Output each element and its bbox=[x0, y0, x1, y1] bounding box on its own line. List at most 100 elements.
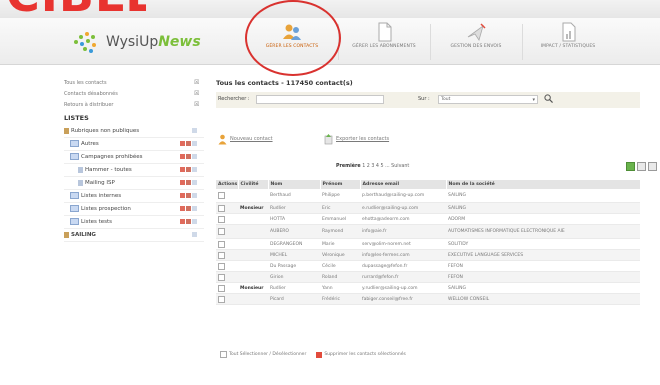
sidebar-item-internes[interactable]: Listes internes bbox=[64, 190, 204, 203]
edit-icon[interactable] bbox=[186, 141, 191, 146]
column-header[interactable]: Prénom bbox=[320, 180, 361, 189]
select-all-checkbox[interactable] bbox=[220, 351, 227, 358]
add-icon[interactable] bbox=[192, 180, 197, 185]
add-icon[interactable] bbox=[192, 167, 197, 172]
row-action-cell[interactable] bbox=[216, 224, 238, 239]
row-checkbox[interactable] bbox=[218, 295, 225, 303]
row-action-cell[interactable] bbox=[216, 202, 238, 214]
grid-view-button[interactable] bbox=[626, 162, 635, 171]
sidebar-link-returns[interactable]: Retours à distribuer ☒ bbox=[64, 100, 204, 111]
table-row[interactable]: Monsieur Rudlier Yann y.rudlier@sailing-up.… bbox=[216, 282, 640, 294]
table-row[interactable]: Monsieur Rudlier Eric e.rudlier@sailing-up.… bbox=[216, 202, 640, 214]
search-input[interactable] bbox=[256, 95, 384, 104]
table-row[interactable]: Picard Frédéric fabiger.conseil@free.fr WEL… bbox=[216, 293, 640, 305]
close-icon[interactable]: ☒ bbox=[194, 102, 199, 108]
tab-subscriptions[interactable]: GÉRER LES ABONNEMENTS bbox=[340, 20, 428, 64]
row-checkbox[interactable] bbox=[218, 240, 225, 248]
delete-icon[interactable] bbox=[180, 206, 185, 211]
row-checkbox[interactable] bbox=[218, 215, 225, 223]
delete-icon[interactable] bbox=[180, 219, 185, 224]
table-row[interactable]: Berthaud Philippe p.berthaud@sailing-up.co… bbox=[216, 189, 640, 203]
column-header[interactable]: Adresse email bbox=[360, 180, 447, 189]
export-contacts-link[interactable]: Exporter les contacts bbox=[336, 136, 389, 142]
pagination-first[interactable]: Première bbox=[336, 164, 361, 169]
delete-icon[interactable] bbox=[180, 180, 185, 185]
row-action-cell[interactable] bbox=[216, 213, 238, 225]
cell-nom: HOTTA bbox=[268, 213, 320, 225]
delete-selected-link[interactable]: Supprimer les contacts sélectionnés bbox=[324, 352, 406, 357]
new-contact-link[interactable]: Nouveau contact bbox=[230, 136, 273, 142]
detail-view-button[interactable] bbox=[648, 162, 657, 171]
app-logo[interactable]: WysiUpNews bbox=[72, 27, 201, 57]
highlight-circle bbox=[245, 0, 341, 76]
sidebar-link-all-contacts[interactable]: Tous les contacts ☒ bbox=[64, 78, 204, 89]
sidebar-item-mailing-isp[interactable]: Mailing ISP bbox=[64, 177, 204, 190]
add-icon[interactable] bbox=[192, 206, 197, 211]
edit-icon[interactable] bbox=[186, 180, 191, 185]
table-row[interactable]: Girion Roland rurrard@fefon.fr FEFON bbox=[216, 271, 640, 283]
row-action-cell[interactable] bbox=[216, 271, 238, 283]
close-icon[interactable]: ☒ bbox=[194, 91, 199, 97]
edit-icon[interactable] bbox=[186, 154, 191, 159]
table-footer: Tout Sélectionner / Désélectionner Suppr… bbox=[220, 351, 406, 358]
delete-icon[interactable] bbox=[180, 154, 185, 159]
close-icon[interactable]: ☒ bbox=[194, 80, 199, 86]
add-icon[interactable] bbox=[192, 219, 197, 224]
tab-label: GÉRER LES ABONNEMENTS bbox=[352, 44, 416, 49]
folder-action-icon[interactable] bbox=[192, 232, 197, 237]
add-icon[interactable] bbox=[192, 154, 197, 159]
cell-nom: AUBERO bbox=[268, 224, 320, 239]
cell-prenom: Philippe bbox=[320, 189, 360, 203]
row-action-cell[interactable] bbox=[216, 293, 238, 305]
column-header[interactable]: Nom de la société bbox=[446, 180, 641, 189]
delete-icon[interactable] bbox=[180, 141, 185, 146]
select-all-label[interactable]: Tout Sélectionner / Désélectionner bbox=[229, 352, 306, 357]
table-row[interactable]: MICHEL Véronique info@les-fermes.com EXECUT… bbox=[216, 249, 640, 261]
edit-icon[interactable] bbox=[186, 193, 191, 198]
row-checkbox[interactable] bbox=[218, 228, 225, 235]
edit-icon[interactable] bbox=[186, 219, 191, 224]
table-row[interactable]: DEGRANGEON Marie serv@olim-norem.net SOLITI… bbox=[216, 238, 640, 250]
column-header[interactable]: Nom bbox=[268, 180, 321, 189]
cell-societe: FEFON bbox=[446, 271, 640, 283]
delete-icon[interactable] bbox=[180, 167, 185, 172]
tab-stats[interactable]: IMPACT / STATISTIQUES bbox=[524, 20, 612, 64]
row-action-cell[interactable] bbox=[216, 238, 238, 250]
sidebar-link-unsubscribed[interactable]: Contacts désabonnés ☒ bbox=[64, 89, 204, 100]
folder-action-icon[interactable] bbox=[192, 128, 197, 133]
row-action-cell[interactable] bbox=[216, 282, 238, 294]
search-scope-select[interactable]: Tout ▾ bbox=[438, 95, 538, 104]
page-title: Tous les contacts - 117450 contact(s) bbox=[216, 79, 353, 87]
row-action-cell[interactable] bbox=[216, 189, 238, 203]
row-checkbox[interactable] bbox=[218, 192, 225, 199]
row-checkbox[interactable] bbox=[218, 251, 225, 259]
add-icon[interactable] bbox=[192, 193, 197, 198]
tab-sending[interactable]: GESTION DES ENVOIS bbox=[432, 20, 520, 64]
sidebar-item-sailing[interactable]: SAILING bbox=[64, 229, 204, 242]
sidebar-item-campagnes[interactable]: Campagnes prohibées bbox=[64, 151, 204, 164]
add-icon[interactable] bbox=[192, 141, 197, 146]
sidebar-item-prospection[interactable]: Listes prospection bbox=[64, 203, 204, 216]
sidebar-item-hammer[interactable]: Hammer - toutes bbox=[64, 164, 204, 177]
column-header[interactable]: Civilité bbox=[238, 180, 269, 189]
edit-icon[interactable] bbox=[186, 206, 191, 211]
row-checkbox[interactable] bbox=[218, 273, 225, 281]
table-row[interactable]: AUBERO Raymond info@aie.fr AUTOMATISMES INF… bbox=[216, 224, 640, 239]
row-checkbox[interactable] bbox=[218, 284, 225, 292]
list-view-button[interactable] bbox=[637, 162, 646, 171]
row-checkbox[interactable] bbox=[218, 262, 225, 270]
sidebar-item-tests[interactable]: Listes tests bbox=[64, 216, 204, 229]
row-action-cell[interactable] bbox=[216, 249, 238, 261]
sidebar-item-private[interactable]: Rubriques non publiques bbox=[64, 125, 204, 138]
delete-icon[interactable] bbox=[180, 193, 185, 198]
table-row[interactable]: HOTTA Emmanuel ehotta@adeorm.com ADORM bbox=[216, 213, 640, 225]
sidebar-item-autres[interactable]: Autres bbox=[64, 138, 204, 151]
search-icon[interactable] bbox=[544, 94, 553, 103]
folder-icon bbox=[70, 153, 79, 160]
edit-icon[interactable] bbox=[186, 167, 191, 172]
row-action-cell[interactable] bbox=[216, 260, 238, 272]
pagination-pages[interactable]: 1 2 3 4 5 ... Suivant bbox=[362, 164, 409, 169]
delete-icon[interactable] bbox=[316, 351, 323, 358]
row-checkbox[interactable] bbox=[218, 204, 225, 212]
table-row[interactable]: Du Passage Cécile dupassage@fefon.fr FEFON bbox=[216, 260, 640, 272]
